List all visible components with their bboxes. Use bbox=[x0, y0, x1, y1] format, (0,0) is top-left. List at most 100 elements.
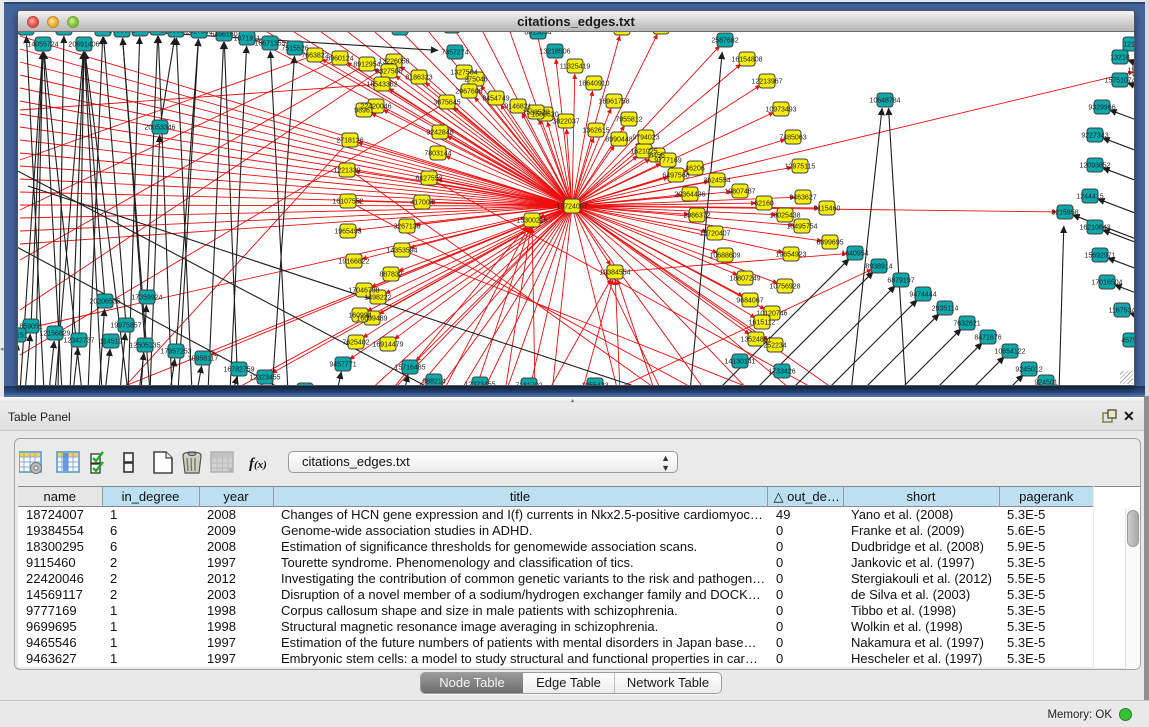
svg-text:13218506: 13218506 bbox=[539, 49, 570, 56]
svg-text:2967608: 2967608 bbox=[455, 89, 482, 96]
svg-text:12093852: 12093852 bbox=[1079, 163, 1110, 170]
svg-text:10120746: 10120746 bbox=[756, 311, 787, 318]
svg-text:8427552: 8427552 bbox=[415, 176, 442, 183]
svg-text:20053346: 20053346 bbox=[144, 125, 175, 132]
svg-text:8960124: 8960124 bbox=[326, 56, 353, 63]
svg-text:1615112: 1615112 bbox=[749, 320, 776, 327]
svg-text:20206535: 20206535 bbox=[89, 299, 120, 306]
svg-text:1965493: 1965493 bbox=[334, 229, 361, 236]
svg-text:15692971: 15692971 bbox=[1084, 253, 1115, 260]
svg-text:719734: 719734 bbox=[18, 32, 38, 33]
svg-text:7485063: 7485063 bbox=[779, 135, 806, 142]
svg-text:9474444: 9474444 bbox=[909, 292, 936, 299]
svg-text:7625402: 7625402 bbox=[342, 340, 369, 347]
svg-text:10756928: 10756928 bbox=[769, 284, 800, 291]
svg-text:9684067: 9684067 bbox=[736, 298, 763, 305]
svg-text:12505135: 12505135 bbox=[129, 343, 160, 350]
svg-text:8454749: 8454749 bbox=[482, 96, 509, 103]
svg-text:8990448: 8990448 bbox=[605, 137, 632, 144]
svg-text:20691406: 20691406 bbox=[68, 42, 99, 49]
svg-text:17016504: 17016504 bbox=[1091, 280, 1122, 287]
svg-text:924501: 924501 bbox=[1034, 380, 1057, 386]
svg-text:160994: 160994 bbox=[348, 313, 371, 320]
svg-text:16914479: 16914479 bbox=[372, 342, 403, 349]
svg-text:2986372: 2986372 bbox=[683, 213, 710, 220]
svg-text:18724007: 18724007 bbox=[556, 204, 587, 211]
svg-text:16961758: 16961758 bbox=[598, 99, 629, 106]
svg-text:9457771: 9457771 bbox=[329, 362, 356, 369]
svg-text:1212: 1212 bbox=[1123, 42, 1134, 49]
svg-text:19166822: 19166822 bbox=[338, 259, 369, 266]
svg-text:7357274: 7357274 bbox=[441, 50, 468, 57]
svg-text:16154808: 16154808 bbox=[731, 57, 762, 64]
svg-text:9327508: 9327508 bbox=[375, 69, 402, 76]
svg-text:8471676: 8471676 bbox=[974, 335, 1001, 342]
svg-text:3624554: 3624554 bbox=[703, 178, 730, 185]
svg-text:13495754: 13495754 bbox=[786, 224, 817, 231]
svg-text:7955812: 7955812 bbox=[615, 117, 642, 124]
svg-text:2935114: 2935114 bbox=[932, 306, 959, 313]
svg-text:16543362: 16543362 bbox=[366, 82, 397, 89]
svg-text:16782759: 16782759 bbox=[223, 367, 254, 374]
svg-text:15720407: 15720407 bbox=[699, 231, 730, 238]
svg-text:10958117: 10958117 bbox=[188, 356, 219, 363]
svg-text:15300215: 15300215 bbox=[516, 218, 547, 225]
svg-text:252234: 252234 bbox=[763, 343, 786, 350]
svg-text:17957253: 17957253 bbox=[160, 349, 191, 356]
svg-text:8186323: 8186323 bbox=[405, 75, 432, 82]
svg-text:7632621: 7632621 bbox=[953, 321, 980, 328]
svg-text:1221339: 1221339 bbox=[333, 168, 360, 175]
svg-text:19975857: 19975857 bbox=[110, 323, 141, 330]
svg-text:1498222: 1498222 bbox=[364, 295, 391, 302]
svg-text:2587682: 2587682 bbox=[711, 38, 738, 45]
svg-text:20364436: 20364436 bbox=[674, 192, 705, 199]
svg-text:×: × bbox=[228, 465, 233, 475]
svg-text:10025438: 10025438 bbox=[769, 213, 800, 220]
svg-text:7181702: 7181702 bbox=[515, 383, 542, 386]
svg-text:859051: 859051 bbox=[19, 324, 42, 331]
svg-text:3215958: 3215958 bbox=[1051, 210, 1078, 217]
svg-text:7663822: 7663822 bbox=[301, 53, 328, 60]
svg-text:9329966: 9329966 bbox=[1088, 105, 1115, 112]
svg-text:62160: 62160 bbox=[754, 201, 774, 208]
svg-text:12156829: 12156829 bbox=[39, 331, 70, 338]
svg-text:10648784: 10648784 bbox=[869, 98, 900, 105]
svg-text:1362615: 1362615 bbox=[582, 128, 609, 135]
svg-text:9463627: 9463627 bbox=[789, 195, 816, 202]
svg-text:1167534: 1167534 bbox=[1109, 308, 1134, 315]
svg-text:15716485: 15716485 bbox=[394, 365, 425, 372]
svg-text:6879197: 6879197 bbox=[887, 278, 914, 285]
svg-text:9777169: 9777169 bbox=[654, 158, 681, 165]
svg-text:1733426: 1733426 bbox=[768, 369, 795, 376]
svg-text:1527602: 1527602 bbox=[185, 32, 212, 36]
svg-text:10807487: 10807487 bbox=[724, 189, 755, 196]
svg-text:887832: 887832 bbox=[379, 272, 402, 279]
svg-text:114519: 114519 bbox=[100, 339, 123, 346]
svg-text:988214: 988214 bbox=[422, 379, 445, 386]
svg-text:13226058: 13226058 bbox=[378, 59, 409, 66]
svg-text:10654122: 10654122 bbox=[994, 349, 1025, 356]
svg-text:10973493: 10973493 bbox=[765, 107, 796, 114]
svg-text:275046: 275046 bbox=[464, 77, 487, 84]
svg-text:12323455: 12323455 bbox=[249, 375, 280, 382]
svg-text:18807249: 18807249 bbox=[729, 276, 760, 283]
svg-text:7803144: 7803144 bbox=[424, 151, 451, 158]
svg-text:3875645: 3875645 bbox=[433, 100, 460, 107]
svg-text:9794023: 9794023 bbox=[632, 135, 659, 142]
svg-text:12323455: 12323455 bbox=[464, 382, 495, 386]
svg-text:45753: 45753 bbox=[1121, 338, 1134, 345]
svg-text:417004: 417004 bbox=[410, 200, 433, 207]
svg-text:1640954: 1640954 bbox=[841, 251, 868, 258]
svg-text:9245012: 9245012 bbox=[1015, 367, 1042, 374]
svg-text:39151: 39151 bbox=[18, 333, 28, 340]
svg-text:1955423: 1955423 bbox=[581, 383, 608, 386]
svg-text:1132541: 1132541 bbox=[1128, 68, 1134, 75]
svg-text:16210643: 16210643 bbox=[1079, 225, 1110, 232]
svg-text:2069764: 2069764 bbox=[608, 32, 635, 33]
svg-text:6899695: 6899695 bbox=[816, 240, 843, 247]
svg-text:46206: 46206 bbox=[685, 166, 705, 173]
svg-text:8938914: 8938914 bbox=[865, 264, 892, 271]
svg-text:12975115: 12975115 bbox=[785, 164, 816, 171]
svg-text:8912954: 8912954 bbox=[353, 62, 380, 69]
svg-text:14055724: 14055724 bbox=[27, 42, 58, 49]
